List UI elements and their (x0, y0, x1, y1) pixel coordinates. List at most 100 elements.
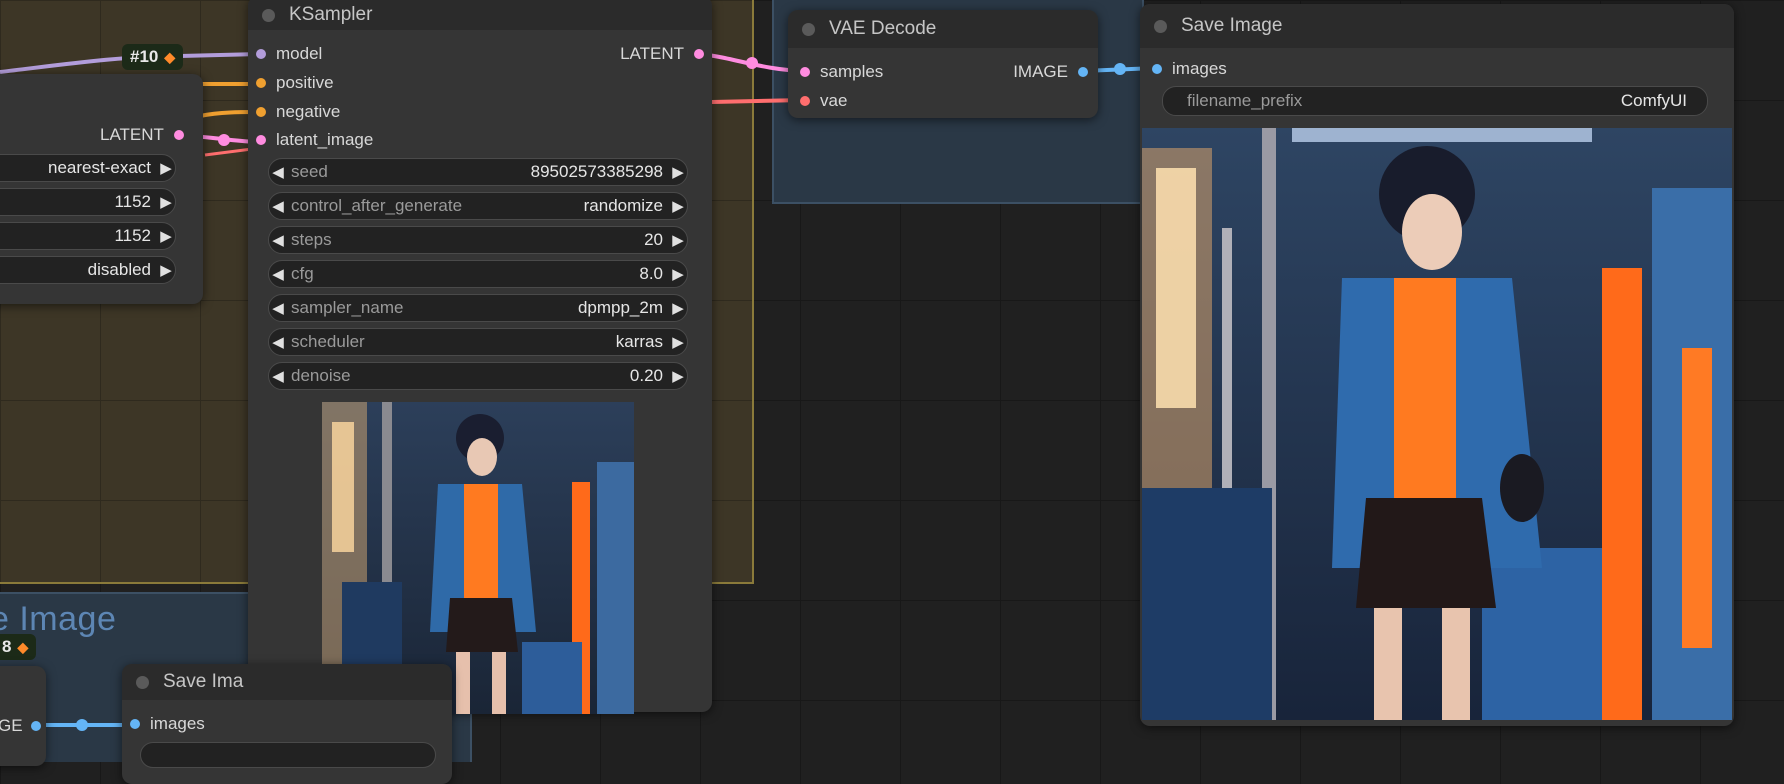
vae-decode-node-2[interactable]: GE (0, 666, 46, 766)
output-latent[interactable]: LATENT (620, 44, 704, 64)
vae-decode-title-bar[interactable]: VAE Decode (788, 10, 1098, 48)
input-label: model (276, 44, 323, 63)
input-model[interactable]: model (256, 44, 322, 64)
collapse-dot[interactable] (802, 22, 815, 36)
upscale-method-widget[interactable]: nearest-exact ▶ (0, 154, 176, 182)
crop-widget[interactable]: disabled ▶ (0, 256, 176, 284)
output-label: IMAGE (1013, 62, 1068, 81)
decrement-arrow-icon[interactable]: ◀ (269, 197, 287, 215)
filename-prefix-widget-small[interactable] (140, 742, 436, 768)
widget-value: karras (615, 332, 663, 351)
widget-label: cfg (291, 264, 314, 283)
save-image-node-small[interactable]: Save Ima images (122, 664, 452, 784)
widget-value: 20 (644, 230, 663, 249)
vae-decode-title: VAE Decode (829, 18, 937, 39)
control-after-generate-widget[interactable]: ◀ control_after_generate randomize ▶ (268, 192, 688, 220)
wire-latent-reroute (746, 57, 758, 69)
cfg-widget[interactable]: ◀ cfg 8.0 ▶ (268, 260, 688, 288)
height-widget[interactable]: 1152 ▶ (0, 222, 176, 250)
save-image-small-title-bar[interactable]: Save Ima (122, 664, 452, 700)
seed-widget[interactable]: ◀ seed 89502573385298 ▶ (268, 158, 688, 186)
wire-reroute (218, 134, 230, 146)
steps-widget[interactable]: ◀ steps 20 ▶ (268, 226, 688, 254)
input-latent-image[interactable]: latent_image (256, 130, 373, 150)
latent-output-socket[interactable] (173, 130, 184, 140)
input-vae[interactable]: vae (800, 91, 847, 111)
wire-image-small-reroute (76, 719, 88, 731)
input-images[interactable]: images (1152, 59, 1227, 79)
increment-arrow-icon[interactable]: ▶ (157, 159, 175, 177)
fox-icon: ◆ (17, 638, 29, 655)
decrement-arrow-icon[interactable]: ◀ (269, 231, 287, 249)
image-out-socket[interactable] (30, 721, 41, 731)
widget-label: control_after_generate (291, 196, 463, 215)
decrement-arrow-icon[interactable]: ◀ (269, 265, 287, 283)
input-label: images (150, 714, 205, 733)
input-label: samples (820, 62, 884, 81)
input-label: latent_image (276, 130, 374, 149)
scheduler-widget[interactable]: ◀ scheduler karras ▶ (268, 328, 688, 356)
badge-text: #10 (130, 47, 159, 66)
width-widget[interactable]: 1152 ▶ (0, 188, 176, 216)
node-badge-10: #10 ◆ (122, 44, 184, 70)
collapse-dot[interactable] (1154, 19, 1167, 33)
decrement-arrow-icon[interactable]: ◀ (269, 299, 287, 317)
images-socket[interactable] (1152, 64, 1162, 74)
vae-decode-node[interactable]: VAE Decode samples IMAGE vae (788, 10, 1098, 118)
save-image-node[interactable]: Save Image images filename_prefix ComfyU… (1140, 4, 1734, 726)
collapse-dot[interactable] (262, 8, 275, 22)
latent-image-socket[interactable] (256, 135, 266, 145)
input-negative[interactable]: negative (256, 102, 340, 122)
ksampler-title: KSampler (289, 4, 373, 25)
save-image-title: Save Image (1181, 15, 1283, 36)
input-images[interactable]: images (130, 714, 205, 734)
denoise-widget[interactable]: ◀ denoise 0.20 ▶ (268, 362, 688, 390)
upscale-latent-node[interactable]: LATENT nearest-exact ▶ 1152 ▶ 1152 ▶ dis… (0, 74, 203, 304)
input-label: vae (820, 91, 848, 110)
input-label: negative (276, 102, 341, 121)
input-samples[interactable]: samples (800, 62, 883, 82)
widget-label: denoise (291, 366, 351, 385)
negative-socket[interactable] (256, 107, 266, 117)
samples-socket[interactable] (800, 67, 810, 77)
width-value: 1152 (114, 192, 151, 211)
increment-arrow-icon[interactable]: ▶ (669, 265, 687, 283)
vae-socket[interactable] (800, 96, 810, 106)
ksampler-node[interactable]: KSampler model LATENT positive negative … (248, 0, 712, 714)
images-socket[interactable] (130, 719, 140, 729)
sampler-name-widget[interactable]: ◀ sampler_name dpmpp_2m ▶ (268, 294, 688, 322)
widget-value: 0.20 (629, 366, 663, 385)
widget-value: 8.0 (639, 264, 663, 283)
increment-arrow-icon[interactable]: ▶ (157, 227, 175, 245)
image-out-socket[interactable] (1078, 67, 1088, 77)
output-label: GE (0, 716, 23, 735)
increment-arrow-icon[interactable]: ▶ (669, 333, 687, 351)
output-image[interactable]: IMAGE (1013, 62, 1088, 82)
increment-arrow-icon[interactable]: ▶ (669, 231, 687, 249)
save-image-title-bar[interactable]: Save Image (1140, 4, 1734, 48)
widget-label: filename_prefix (1187, 91, 1303, 110)
collapse-dot[interactable] (136, 675, 149, 689)
increment-arrow-icon[interactable]: ▶ (157, 261, 175, 279)
left-output-label: LATENT (100, 125, 164, 144)
ksampler-title-bar[interactable]: KSampler (248, 0, 712, 30)
filename-prefix-widget[interactable]: filename_prefix ComfyUI (1162, 86, 1708, 116)
decrement-arrow-icon[interactable]: ◀ (269, 333, 287, 351)
increment-arrow-icon[interactable]: ▶ (157, 193, 175, 211)
increment-arrow-icon[interactable]: ▶ (669, 163, 687, 181)
widget-value: randomize (583, 196, 663, 215)
output-image[interactable]: GE (0, 716, 41, 736)
increment-arrow-icon[interactable]: ▶ (669, 299, 687, 317)
positive-socket[interactable] (256, 78, 266, 88)
widget-value: dpmpp_2m (577, 298, 663, 317)
increment-arrow-icon[interactable]: ▶ (669, 197, 687, 215)
model-socket[interactable] (256, 49, 266, 59)
wire-image-reroute (1114, 63, 1126, 75)
decrement-arrow-icon[interactable]: ◀ (269, 367, 287, 385)
latent-out-socket[interactable] (694, 49, 704, 59)
input-positive[interactable]: positive (256, 73, 334, 93)
output-label: LATENT (620, 44, 684, 63)
increment-arrow-icon[interactable]: ▶ (669, 367, 687, 385)
widget-label: seed (291, 162, 328, 181)
decrement-arrow-icon[interactable]: ◀ (269, 163, 287, 181)
